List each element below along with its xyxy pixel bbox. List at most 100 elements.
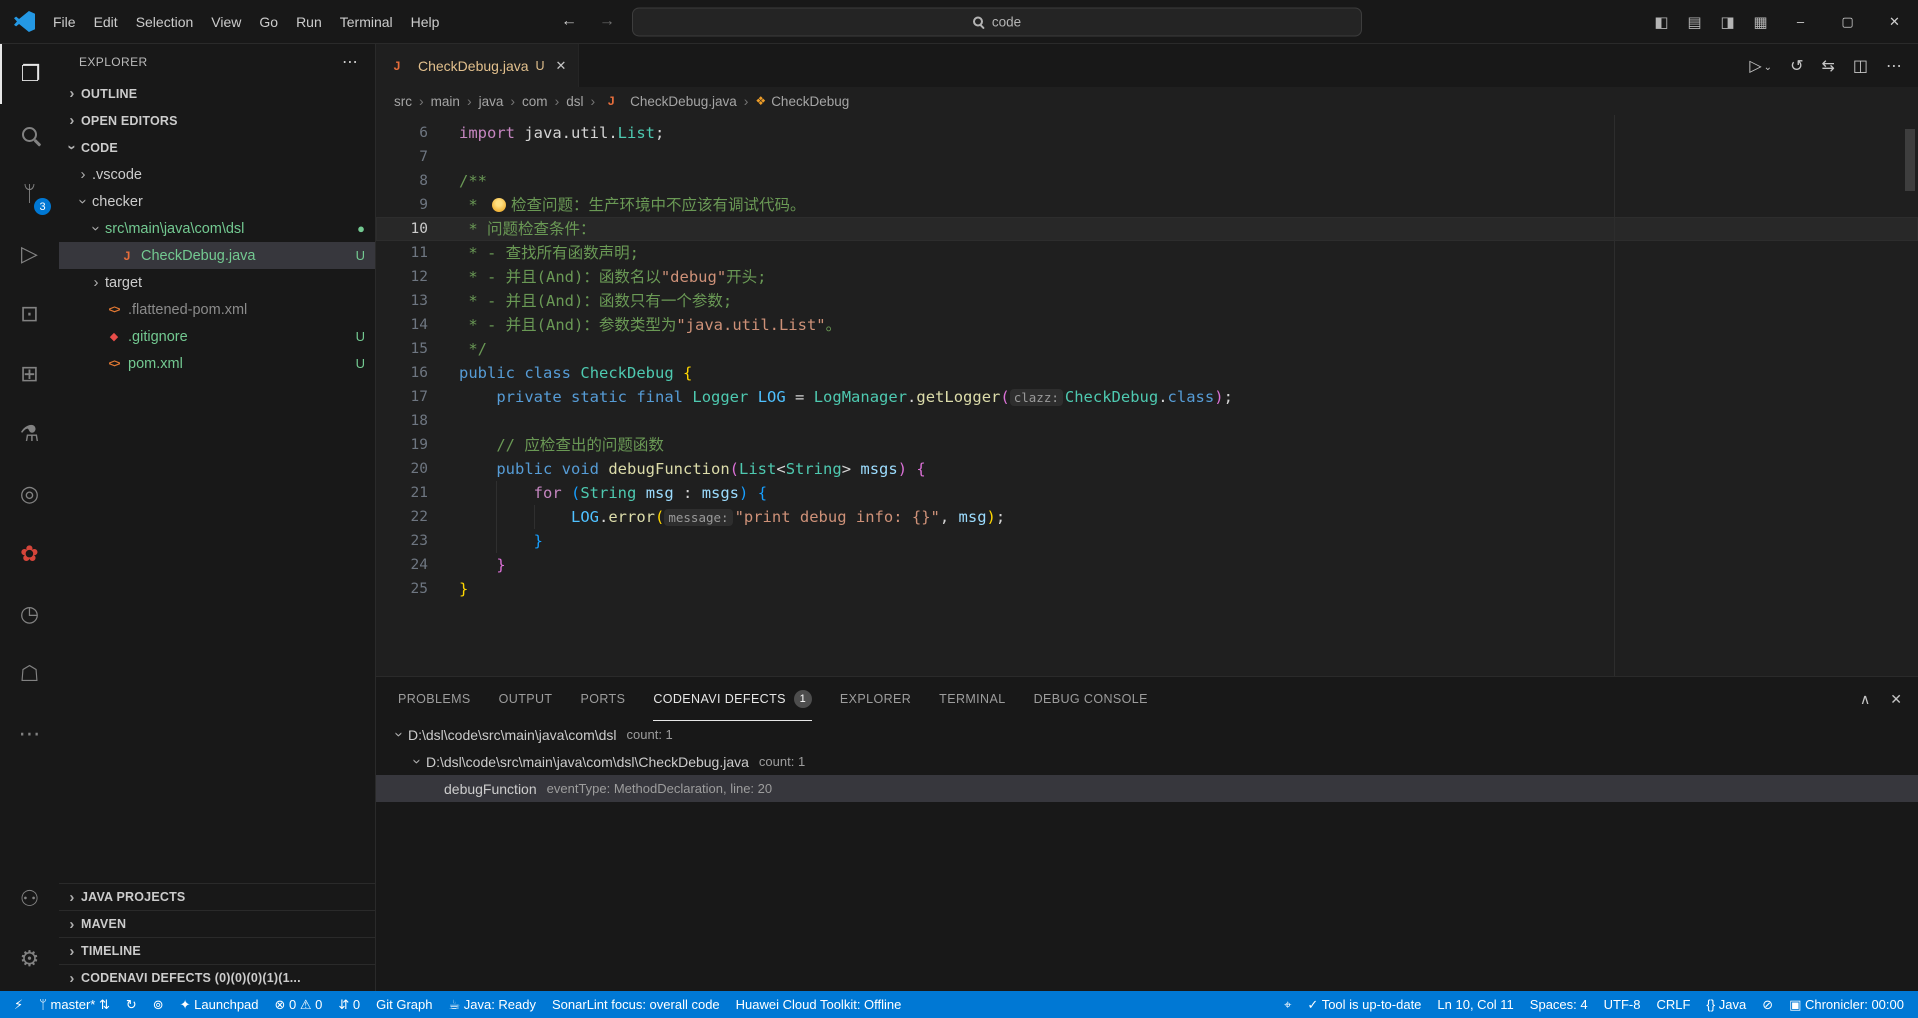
minimize-button[interactable]: – bbox=[1777, 0, 1824, 43]
source-control-icon[interactable]: ᛘ3 bbox=[0, 164, 59, 224]
tree-item-target[interactable]: ›target bbox=[59, 269, 375, 296]
search-icon[interactable] bbox=[0, 104, 59, 164]
menu-go[interactable]: Go bbox=[250, 8, 287, 36]
close-panel-icon[interactable]: ✕ bbox=[1890, 691, 1902, 708]
breadcrumb-com[interactable]: com bbox=[522, 94, 548, 109]
code-editor[interactable]: 6import java.util.List;78/**9 * 检查问题：生产环… bbox=[376, 115, 1918, 676]
accounts-icon[interactable]: ⚇ bbox=[0, 869, 59, 929]
sidebar-more-actions-icon[interactable]: ⋯ bbox=[342, 52, 359, 72]
editor-more-actions-icon[interactable]: ⋯ bbox=[1886, 56, 1902, 76]
explorer-icon[interactable]: ❐ bbox=[0, 44, 59, 104]
sonarlint-icon[interactable]: ◎ bbox=[0, 464, 59, 524]
chronicler[interactable]: ▣ Chronicler: 00:00 bbox=[1781, 991, 1912, 1018]
breadcrumb-java[interactable]: java bbox=[479, 94, 504, 109]
eol-sequence[interactable]: CRLF bbox=[1648, 991, 1698, 1018]
run-java-button[interactable]: ▷⌄ bbox=[1749, 56, 1772, 76]
panel-tab-debug-console[interactable]: DEBUG CONSOLE bbox=[1034, 677, 1148, 721]
nav-back-icon[interactable]: ← bbox=[556, 11, 582, 33]
language-mode[interactable]: {} Java bbox=[1698, 991, 1754, 1018]
code-line-8: 8/** bbox=[376, 169, 1918, 193]
close-button[interactable]: ✕ bbox=[1871, 0, 1918, 43]
defect-row-1[interactable]: ›D:\dsl\code\src\main\java\com\dslcount:… bbox=[376, 721, 1918, 748]
tree-item-vscode[interactable]: ›.vscode bbox=[59, 161, 375, 188]
do-not-disturb-icon[interactable]: ⊘ bbox=[1754, 991, 1781, 1018]
panel-tab-problems[interactable]: PROBLEMS bbox=[398, 677, 471, 721]
section-timeline[interactable]: ›TIMELINE bbox=[59, 937, 375, 964]
breadcrumb-main[interactable]: main bbox=[431, 94, 460, 109]
more-icon[interactable]: ⋯ bbox=[0, 704, 59, 764]
section-outline[interactable]: ›OUTLINE bbox=[59, 80, 375, 107]
nav-forward-icon[interactable]: → bbox=[594, 11, 620, 33]
tree-item-checkdebug-java[interactable]: ›JCheckDebug.javaU bbox=[59, 242, 375, 269]
tree-item-flattened-pom-xml[interactable]: ›<>.flattened-pom.xml bbox=[59, 296, 375, 323]
line-content: for (String msg : msgs) { bbox=[459, 481, 767, 505]
extension-indicator[interactable]: ⊚ bbox=[145, 991, 172, 1018]
encoding[interactable]: UTF-8 bbox=[1596, 991, 1649, 1018]
java-status[interactable]: ☕ Java: Ready bbox=[440, 991, 544, 1018]
sync-icon[interactable]: ↻ bbox=[118, 991, 145, 1018]
extensions-icon[interactable]: ⊞ bbox=[0, 344, 59, 404]
breadcrumb-checkdebug-java[interactable]: JCheckDebug.java bbox=[602, 94, 737, 109]
codearts-icon[interactable]: ◷ bbox=[0, 584, 59, 644]
menu-view[interactable]: View bbox=[202, 8, 250, 36]
ports-count[interactable]: ⇵ 0 bbox=[330, 991, 368, 1018]
toggle-panel-icon[interactable]: ▤ bbox=[1678, 0, 1711, 43]
problems-counts[interactable]: ⊗ 0 ⚠ 0 bbox=[267, 991, 331, 1018]
broadcast-icon[interactable]: ⌖ bbox=[1276, 991, 1299, 1018]
panel-tab-explorer[interactable]: EXPLORER bbox=[840, 677, 911, 721]
command-center-search[interactable]: code bbox=[632, 7, 1362, 36]
indentation[interactable]: Spaces: 4 bbox=[1522, 991, 1596, 1018]
tab-git-status-badge: U bbox=[536, 59, 545, 73]
git-branch[interactable]: ᛘ master* ⇅ bbox=[31, 991, 118, 1018]
remote-explorer-icon[interactable]: ⊡ bbox=[0, 284, 59, 344]
launchpad[interactable]: ✦ Launchpad bbox=[172, 991, 267, 1018]
status-bar: ⚡ᛘ master* ⇅↻⊚✦ Launchpad⊗ 0 ⚠ 0⇵ 0Git G… bbox=[0, 991, 1918, 1018]
menu-selection[interactable]: Selection bbox=[127, 8, 203, 36]
toggle-sidebar-icon[interactable]: ◧ bbox=[1645, 0, 1678, 43]
defect-row-2[interactable]: ›D:\dsl\code\src\main\java\com\dsl\Check… bbox=[376, 748, 1918, 775]
menu-help[interactable]: Help bbox=[402, 8, 449, 36]
huawei-cloud-toolkit[interactable]: Huawei Cloud Toolkit: Offline bbox=[728, 991, 910, 1018]
menu-terminal[interactable]: Terminal bbox=[331, 8, 402, 36]
tool-update-status[interactable]: ✓ Tool is up-to-date bbox=[1299, 991, 1429, 1018]
tree-item-src-main-java-com-dsl[interactable]: ›src\main\java\com\dsl● bbox=[59, 215, 375, 242]
panel-tab-ports[interactable]: PORTS bbox=[580, 677, 625, 721]
security-icon[interactable]: ☖ bbox=[0, 644, 59, 704]
remote-indicator[interactable]: ⚡ bbox=[6, 991, 31, 1018]
panel-tab-terminal[interactable]: TERMINAL bbox=[939, 677, 1005, 721]
cursor-position[interactable]: Ln 10, Col 11 bbox=[1429, 991, 1521, 1018]
open-changes-icon[interactable]: ⇆ bbox=[1821, 56, 1834, 76]
section-codenavi-defects-0-0-0-1-1[interactable]: ›CODENAVI DEFECTS (0)(0)(0)(1)(1... bbox=[59, 964, 375, 991]
split-editor-icon[interactable]: ◫ bbox=[1853, 56, 1868, 76]
defect-row-3[interactable]: ›debugFunctioneventType: MethodDeclarati… bbox=[376, 775, 1918, 802]
menu-run[interactable]: Run bbox=[287, 8, 331, 36]
tab-close-icon[interactable]: ✕ bbox=[556, 58, 567, 74]
section-open-editors[interactable]: ›OPEN EDITORS bbox=[59, 107, 375, 134]
tree-item-pom-xml[interactable]: ›<>pom.xmlU bbox=[59, 350, 375, 377]
section-maven[interactable]: ›MAVEN bbox=[59, 910, 375, 937]
maximize-panel-icon[interactable]: ∧ bbox=[1860, 691, 1870, 708]
settings-gear-icon[interactable]: ⚙ bbox=[0, 929, 59, 989]
editor-scrollbar[interactable] bbox=[1905, 129, 1915, 191]
section-java-projects[interactable]: ›JAVA PROJECTS bbox=[59, 883, 375, 910]
tab-checkdebug-java[interactable]: J CheckDebug.java U ✕ bbox=[376, 44, 579, 87]
huawei-cloud-icon[interactable]: ✿ bbox=[0, 524, 59, 584]
sonarlint-focus[interactable]: SonarLint focus: overall code bbox=[544, 991, 728, 1018]
breadcrumb-checkdebug[interactable]: ❖CheckDebug bbox=[755, 94, 849, 109]
tree-item-gitignore[interactable]: ›◆.gitignoreU bbox=[59, 323, 375, 350]
run-history-icon[interactable]: ↺ bbox=[1790, 56, 1803, 76]
panel-tab-codenavi-defects[interactable]: CODENAVI DEFECTS1 bbox=[653, 677, 812, 721]
panel-tab-output[interactable]: OUTPUT bbox=[499, 677, 553, 721]
breadcrumb-src[interactable]: src bbox=[394, 94, 412, 109]
maximize-button[interactable]: ▢ bbox=[1824, 0, 1871, 43]
menu-file[interactable]: File bbox=[44, 8, 85, 36]
section-code[interactable]: ›CODE bbox=[59, 134, 375, 161]
testing-icon[interactable]: ⚗ bbox=[0, 404, 59, 464]
tree-item-checker[interactable]: ›checker bbox=[59, 188, 375, 215]
customize-layout-icon[interactable]: ▦ bbox=[1744, 0, 1777, 43]
menu-edit[interactable]: Edit bbox=[85, 8, 127, 36]
run-and-debug-icon[interactable]: ▷ bbox=[0, 224, 59, 284]
git-graph[interactable]: Git Graph bbox=[368, 991, 440, 1018]
breadcrumb-dsl[interactable]: dsl bbox=[566, 94, 583, 109]
toggle-secondary-sidebar-icon[interactable]: ◨ bbox=[1711, 0, 1744, 43]
